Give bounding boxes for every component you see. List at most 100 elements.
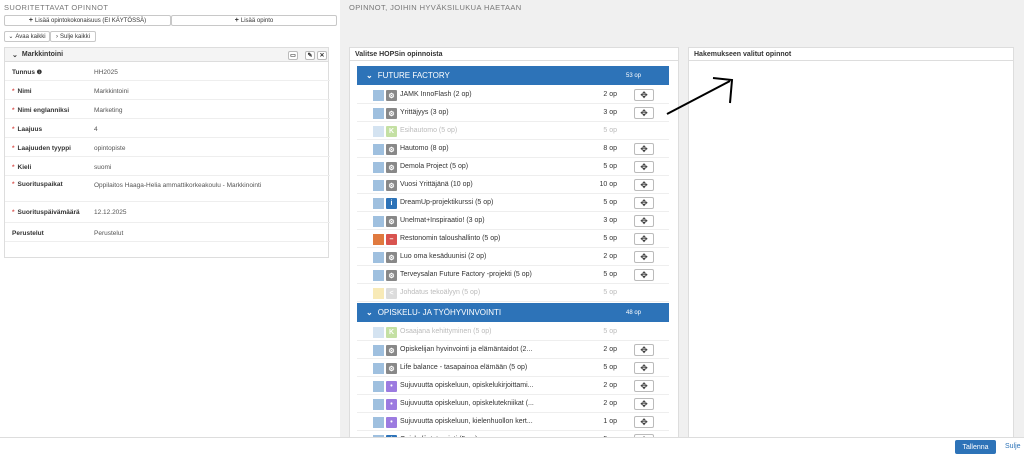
course-row: • Sujuvuutta opiskeluun, kielenhuollon ke… (357, 413, 669, 431)
panel-title: Markkintoini (21, 51, 64, 58)
footer-bar (0, 437, 1024, 454)
gear-icon: ⚙ (386, 216, 397, 227)
course-name: Hautomo (8 op) (400, 145, 449, 152)
field-label: * Kieli (12, 164, 32, 171)
group-header[interactable]: ⌄ FUTURE FACTORY 53 op (357, 66, 669, 85)
course-row: ⚙ Hautomo (8 op) 8 op ✥ (357, 140, 669, 158)
add-course-move-button[interactable]: ✥ (634, 416, 654, 428)
info-icon: ❶ (35, 70, 43, 76)
field-row: * Nimi Markkintoini (5, 81, 330, 100)
course-row: – Restonomin taloushallinto (5 op) 5 op ✥ (357, 230, 669, 248)
course-detail-panel: ⌄ Markkintoini ▭ ✎ ✕ Tunnus ❶ HH2025 * Nimi… (4, 47, 330, 258)
add-course-move-button[interactable]: ✥ (634, 143, 654, 155)
add-course-move-button[interactable]: ✥ (634, 197, 654, 209)
circle-icon: • (386, 399, 397, 410)
required-marker: * (12, 88, 15, 95)
save-button[interactable]: Tallenna (955, 440, 996, 454)
edit-icon[interactable]: ✎ (305, 51, 315, 60)
course-row: ⚙ Life balance - tasapainoa elämään (5 op… (357, 359, 669, 377)
chevron-down-icon: ⌄ (8, 34, 14, 40)
course-row: ⚙ Vuosi Yrittäjänä (10 op) 10 op ✥ (357, 176, 669, 194)
close-link[interactable]: Sulje (1005, 443, 1021, 450)
course-name: Unelmat+Inspiraatio! (3 op) (400, 217, 485, 224)
add-course-move-button[interactable]: ✥ (634, 215, 654, 227)
add-study-entity-button[interactable]: + Lisää opintokokonaisuus (EI KÄYTÖSSÄ) (4, 15, 171, 26)
group-header[interactable]: ⌄ OPISKELU- JA TYÖHYVINVOINTI 48 op (357, 303, 669, 322)
add-course-move-button[interactable]: ✥ (634, 179, 654, 191)
course-row: ⚙ Yrittäjyys (3 op) 3 op ✥ (357, 104, 669, 122)
add-course-move-button[interactable]: ✥ (634, 269, 654, 281)
field-row: * Suorituspäivämäärä 12.12.2025 (5, 202, 330, 223)
course-credits: 5 op (603, 271, 617, 278)
course-name: Osaajana kehittyminen (5 op) (400, 328, 492, 335)
field-label: * Suorituspaikat (12, 181, 63, 188)
course-credits: 5 op (603, 328, 617, 335)
folder-icon[interactable]: ▭ (288, 51, 298, 60)
field-row: Tunnus ❶ HH2025 (5, 62, 330, 81)
required-marker: * (12, 181, 15, 188)
group-credits: 48 op (625, 309, 641, 316)
course-name: Demola Project (5 op) (400, 163, 469, 170)
hops-panel: Valitse HOPSin opinnoista ⌄ FUTURE FACTOR… (349, 47, 679, 447)
field-row: * Laajuuden tyyppi opintopiste (5, 138, 330, 157)
course-credits: 5 op (603, 127, 617, 134)
course-credits: 2 op (603, 346, 617, 353)
course-row: • Sujuvuutta opiskeluun, opiskelutekniika… (357, 395, 669, 413)
gear-icon: ⚙ (386, 162, 397, 173)
course-credits: 2 op (603, 382, 617, 389)
chevron-right-icon: › (55, 33, 58, 40)
group-credits: 53 op (625, 72, 641, 79)
required-marker: * (12, 107, 15, 114)
course-credits: 5 op (603, 289, 617, 296)
add-course-move-button[interactable]: ✥ (634, 398, 654, 410)
field-value: 12.12.2025 (94, 209, 127, 216)
open-all-button[interactable]: ⌄ Avaa kaikki (4, 31, 50, 42)
selected-panel-title: Hakemukseen valitut opinnot (689, 48, 1013, 61)
field-row: * Laajuus 4 (5, 119, 330, 138)
course-name: Luo oma kesäduunisi (2 op) (400, 253, 487, 260)
add-course-move-button[interactable]: ✥ (634, 89, 654, 101)
k-icon: K (386, 327, 397, 338)
field-row: Perustelut Perustelut (5, 223, 330, 242)
arrow-annotation (666, 77, 734, 115)
gear-icon: ⚙ (386, 345, 397, 356)
gear-icon: ⚙ (386, 180, 397, 191)
add-course-move-button[interactable]: ✥ (634, 251, 654, 263)
k-icon: K (386, 126, 397, 137)
course-color-swatch (373, 90, 384, 101)
left-column: SUORITETTAVAT OPINNOT + Lisää opintokokon… (0, 0, 340, 454)
field-label: Tunnus ❶ (12, 69, 43, 76)
field-value: opintopiste (94, 145, 126, 152)
course-credits: 1 op (603, 418, 617, 425)
add-course-button[interactable]: + Lisää opinto (171, 15, 337, 26)
add-course-move-button[interactable]: ✥ (634, 362, 654, 374)
course-color-swatch (373, 288, 384, 299)
required-marker: * (12, 209, 15, 216)
course-color-swatch (373, 345, 384, 356)
add-course-move-button[interactable]: ✥ (634, 233, 654, 245)
course-color-swatch (373, 363, 384, 374)
course-color-swatch (373, 162, 384, 173)
field-label: * Nimi englanniksi (12, 107, 70, 114)
chevron-down-icon: ⌄ (12, 51, 18, 59)
course-row: ⚙ JAMK InnoFlash (2 op) 2 op ✥ (357, 86, 669, 104)
field-value: Perustelut (94, 230, 124, 237)
course-color-swatch (373, 198, 384, 209)
course-row: ⚙ Luo oma kesäduunisi (2 op) 2 op ✥ (357, 248, 669, 266)
close-icon[interactable]: ✕ (317, 51, 327, 60)
panel-header[interactable]: ⌄ Markkintoini ▭ ✎ ✕ (5, 48, 328, 62)
course-credits: 3 op (603, 217, 617, 224)
course-name: Sujuvuutta opiskeluun, opiskelukirjoitta… (400, 382, 534, 389)
course-credits: 10 op (599, 181, 617, 188)
add-course-move-button[interactable]: ✥ (634, 344, 654, 356)
course-credits: 2 op (603, 253, 617, 260)
course-credits: 2 op (603, 91, 617, 98)
close-all-button[interactable]: › Sulje kaikki (50, 31, 96, 42)
add-course-move-button[interactable]: ✥ (634, 161, 654, 173)
section-title-completed: SUORITETTAVAT OPINNOT (4, 3, 109, 12)
course-name: Opiskelijan hyvinvointi ja elämäntaidot … (400, 346, 533, 353)
circle-icon: • (386, 417, 397, 428)
add-course-move-button[interactable]: ✥ (634, 107, 654, 119)
add-course-move-button[interactable]: ✥ (634, 380, 654, 392)
course-row: i DreamUp-projektikurssi (5 op) 5 op ✥ (357, 194, 669, 212)
